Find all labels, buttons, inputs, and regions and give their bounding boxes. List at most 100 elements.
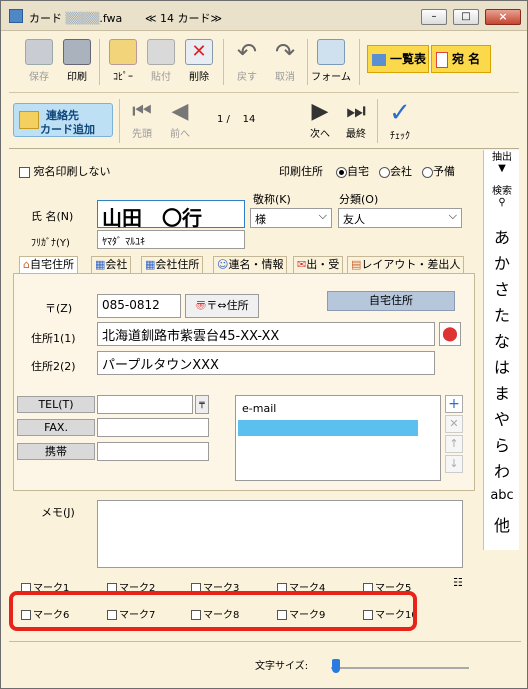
print-address-label: 印刷住所 bbox=[279, 165, 323, 178]
print-home-radio[interactable]: 自宅 bbox=[336, 163, 369, 179]
tab-joint-info[interactable]: ☺連名・情報 bbox=[213, 256, 288, 274]
address-button[interactable]: 宛 名 bbox=[431, 45, 491, 73]
cancel-button[interactable]: ↷ 取消 bbox=[267, 37, 303, 83]
index-ra[interactable]: ら bbox=[484, 432, 520, 456]
people-icon: ☺ bbox=[217, 258, 229, 271]
index-ta[interactable]: た bbox=[484, 302, 520, 326]
save-button[interactable]: 保存 bbox=[21, 37, 57, 83]
undo-button[interactable]: ↶ 戻す bbox=[229, 37, 265, 83]
furigana-input[interactable]: ﾔﾏﾀﾞ ﾏﾙﾕｷ bbox=[97, 230, 245, 249]
save-icon bbox=[25, 39, 53, 65]
address1-label: 住所1(1) bbox=[31, 332, 76, 345]
category-select[interactable]: 友人 bbox=[338, 208, 462, 228]
font-size-slider-thumb[interactable] bbox=[332, 659, 340, 673]
tel-button[interactable]: TEL(T) bbox=[17, 396, 95, 413]
minimize-button[interactable]: – bbox=[421, 9, 447, 25]
prev-icon: ◀ bbox=[171, 99, 189, 124]
furigana-label: ﾌﾘｶﾞﾅ(Y) bbox=[31, 238, 70, 249]
index-other[interactable]: 他 bbox=[484, 512, 520, 536]
move-down-button[interactable]: ↓ bbox=[445, 455, 463, 473]
company-icon: ▦ bbox=[95, 258, 106, 271]
email-header: e-mail bbox=[242, 402, 277, 415]
tel-format-icon[interactable]: ╤ bbox=[195, 395, 209, 414]
email-row-selected[interactable] bbox=[238, 420, 418, 436]
house-icon: ⌂ bbox=[23, 258, 30, 271]
close-button[interactable]: × bbox=[485, 9, 521, 25]
paste-button[interactable]: 貼付 bbox=[143, 37, 179, 83]
index-abc[interactable]: abc bbox=[484, 488, 520, 503]
index-ma[interactable]: ま bbox=[484, 380, 520, 404]
last-button[interactable]: ⏭ 最終 bbox=[341, 99, 371, 140]
card-window: カード ▒▒▒▒.fwa ≪ 14 カード≫ – □ × 保存 印刷 ｺﾋﾟｰ … bbox=[0, 0, 528, 689]
mark-settings-icon[interactable]: ☷ bbox=[453, 576, 463, 589]
add-email-button[interactable]: + bbox=[445, 395, 463, 413]
tab-layout-sender[interactable]: ▤レイアウト・差出人 bbox=[347, 256, 465, 274]
index-ya[interactable]: や bbox=[484, 406, 520, 430]
zip-address-convert-button[interactable]: 〠〒⇔住所 bbox=[185, 294, 259, 318]
print-button[interactable]: 印刷 bbox=[59, 37, 95, 83]
memo-label: メモ(J) bbox=[41, 506, 75, 519]
check-button[interactable]: ✓ ﾁｪｯｸ bbox=[383, 99, 417, 142]
maximize-button[interactable]: □ bbox=[453, 9, 479, 25]
fax-input[interactable] bbox=[97, 418, 209, 437]
delete-button[interactable]: ✕ 削除 bbox=[181, 37, 217, 83]
mail-icon: ✉ bbox=[297, 258, 307, 271]
form-icon bbox=[317, 39, 345, 65]
paste-icon bbox=[147, 39, 175, 65]
tab-home-address[interactable]: ⌂自宅住所 bbox=[19, 256, 78, 274]
checkmark-icon: ✓ bbox=[389, 98, 411, 128]
index-a[interactable]: あ bbox=[484, 224, 520, 248]
index-ka[interactable]: か bbox=[484, 250, 520, 274]
map-pin-icon[interactable]: ⬤ bbox=[439, 322, 461, 346]
app-icon bbox=[9, 9, 23, 23]
name-input[interactable]: 山田 〇行 bbox=[97, 200, 245, 230]
fax-button[interactable]: FAX. bbox=[17, 419, 95, 436]
mobile-button[interactable]: 携帯 bbox=[17, 443, 95, 460]
first-button[interactable]: ⏮ 先頭 bbox=[127, 99, 157, 140]
index-sa[interactable]: さ bbox=[484, 276, 520, 300]
address1-input[interactable]: 北海道釧路市紫雲台45-XX-XX bbox=[97, 322, 435, 346]
printer-icon bbox=[63, 39, 91, 65]
form-button[interactable]: フォーム bbox=[311, 37, 351, 83]
next-icon: ▶ bbox=[311, 99, 329, 124]
category-label: 分類(O) bbox=[339, 193, 379, 206]
tab-company-address[interactable]: ▦会社住所 bbox=[141, 256, 204, 274]
window-title: カード ▒▒▒▒.fwa bbox=[29, 12, 123, 25]
no-print-name-label: 宛名印刷しない bbox=[33, 165, 111, 178]
prev-button[interactable]: ◀ 前へ bbox=[165, 99, 195, 140]
zip-label: 〒(Z) bbox=[45, 302, 73, 315]
index-ha[interactable]: は bbox=[484, 354, 520, 378]
remove-email-button[interactable]: ✕ bbox=[445, 415, 463, 433]
index-wa[interactable]: わ bbox=[484, 458, 520, 482]
print-company-radio[interactable]: 会社 bbox=[379, 163, 412, 179]
email-list[interactable]: e-mail bbox=[235, 395, 441, 481]
address2-input[interactable]: パープルタウンXXX bbox=[97, 351, 435, 375]
next-button[interactable]: ▶ 次へ bbox=[305, 99, 335, 140]
company-address-icon: ▦ bbox=[145, 258, 156, 271]
index-na[interactable]: な bbox=[484, 328, 520, 352]
memo-textarea[interactable] bbox=[97, 500, 463, 568]
mobile-input[interactable] bbox=[97, 442, 209, 461]
print-spare-radio[interactable]: 予備 bbox=[422, 163, 455, 179]
copy-icon bbox=[109, 39, 137, 65]
extract-button[interactable]: 抽出 ▼ bbox=[484, 152, 520, 174]
zip-input[interactable]: 085-0812 bbox=[97, 294, 181, 318]
search-button[interactable]: 検索 ⚲ bbox=[484, 186, 520, 208]
undo-icon: ↶ bbox=[236, 38, 258, 66]
delete-icon: ✕ bbox=[185, 39, 213, 65]
add-card-icon bbox=[19, 111, 39, 129]
page-indicator: 1 / 14 bbox=[217, 114, 256, 125]
honorific-select[interactable]: 様 bbox=[250, 208, 332, 228]
font-size-slider-track[interactable] bbox=[331, 667, 469, 669]
list-view-button[interactable]: 一覧表 bbox=[367, 45, 429, 73]
redo-icon: ↷ bbox=[274, 38, 296, 66]
no-print-name-checkbox[interactable]: 宛名印刷しない bbox=[19, 163, 111, 179]
tab-company[interactable]: ▦会社 bbox=[91, 256, 132, 274]
add-contact-card-button[interactable]: 連絡先 カード追加 bbox=[13, 103, 113, 137]
filter-icon: ▼ bbox=[498, 163, 506, 174]
tel-input[interactable] bbox=[97, 395, 193, 414]
move-up-button[interactable]: ↑ bbox=[445, 435, 463, 453]
card-count: ≪ 14 カード≫ bbox=[145, 12, 223, 25]
tab-sent-received[interactable]: ✉出・受 bbox=[293, 256, 344, 274]
copy-button[interactable]: ｺﾋﾟｰ bbox=[105, 37, 141, 83]
